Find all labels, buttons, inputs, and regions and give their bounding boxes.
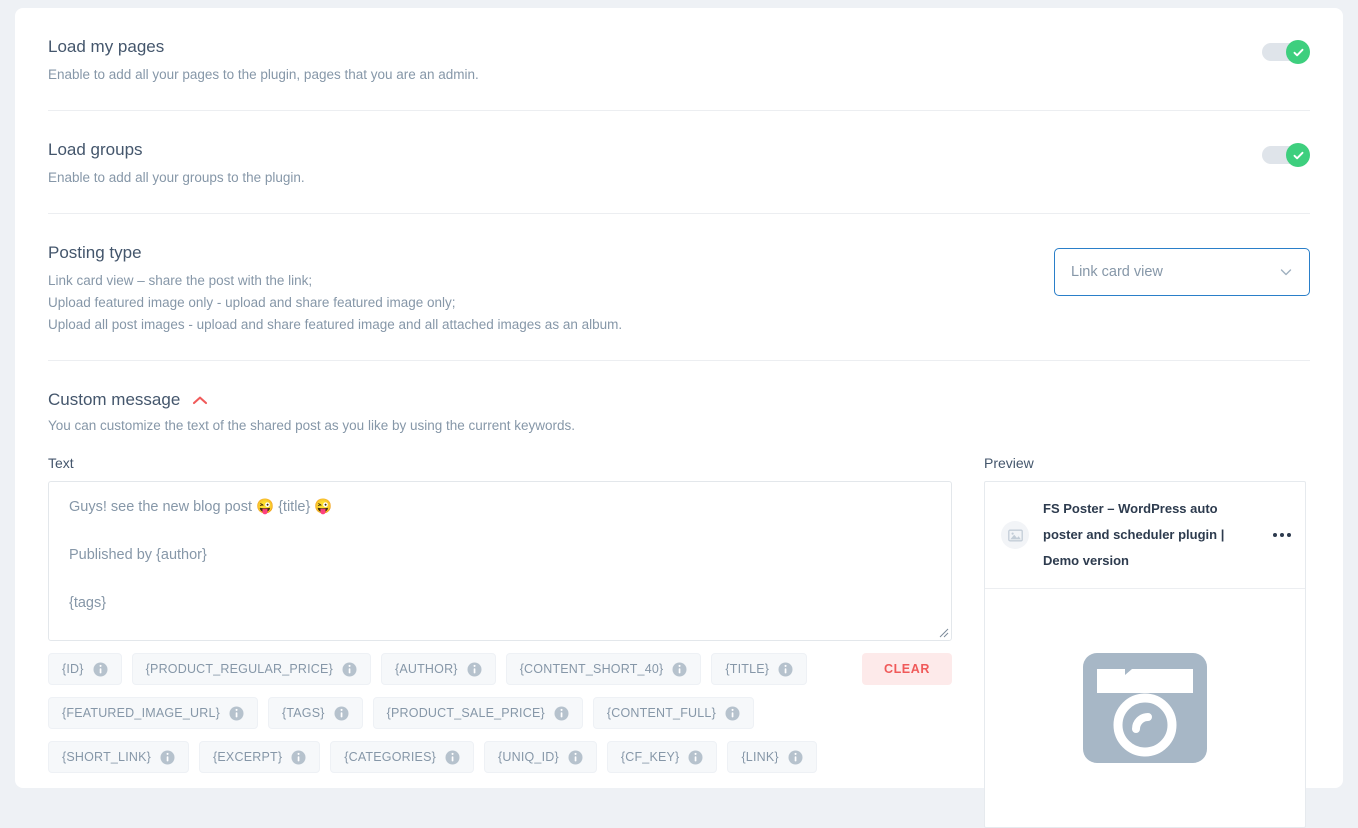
more-options-icon[interactable] xyxy=(1267,533,1291,537)
info-icon[interactable] xyxy=(93,662,108,677)
keyword-chip[interactable]: {TAGS} xyxy=(267,697,363,729)
setting-desc-load-groups: Enable to add all your groups to the plu… xyxy=(48,170,305,185)
keyword-chip-label: {AUTHOR} xyxy=(394,662,458,676)
clear-button[interactable]: CLEAR xyxy=(861,653,952,685)
setting-texts: Posting type Link card view – share the … xyxy=(48,242,622,336)
toggle-knob xyxy=(1286,40,1310,64)
keyword-chip-label: {PRODUCT_SALE_PRICE} xyxy=(386,706,545,720)
dot xyxy=(1273,533,1277,537)
posting-type-desc-line-3: Upload all post images - upload and shar… xyxy=(48,317,623,332)
custom-message-header[interactable]: Custom message xyxy=(48,389,1310,411)
keyword-chip-label: {LINK} xyxy=(741,750,779,764)
keyword-chip[interactable]: {CATEGORIES} xyxy=(330,741,474,773)
keyword-chip[interactable]: {PRODUCT_REGULAR_PRICE} xyxy=(131,653,371,685)
custom-message-textarea[interactable]: Guys! see the new blog post 😜 {title} 😜 … xyxy=(48,481,952,641)
keyword-chip-row-3: {SHORT_LINK} {EXCERPT} {CATEGORIES} {UNIQ_I… xyxy=(48,741,952,773)
keyword-chip[interactable]: {ID} xyxy=(48,653,122,685)
posting-type-select[interactable]: Link card view xyxy=(1054,248,1310,296)
settings-panel: Load my pages Enable to add all your pag… xyxy=(15,8,1343,828)
section-custom-message: Custom message You can customize the tex… xyxy=(48,361,1310,828)
keyword-chip-label: {SHORT_LINK} xyxy=(62,750,152,764)
setting-title-posting-type: Posting type xyxy=(48,243,142,262)
info-icon[interactable] xyxy=(688,750,703,765)
check-icon xyxy=(1293,151,1303,159)
posting-type-desc-line-2: Upload featured image only - upload and … xyxy=(48,295,456,310)
keyword-chip-row-1: {ID} {PRODUCT_REGULAR_PRICE} {AUTHOR} {CONT… xyxy=(48,653,952,685)
keyword-chip-label: {TITLE} xyxy=(725,662,770,676)
keyword-chip[interactable]: {UNIQ_ID} xyxy=(484,741,597,773)
toggle-load-my-pages[interactable] xyxy=(1262,40,1310,64)
camera-placeholder-icon xyxy=(1083,653,1207,763)
dot xyxy=(1287,533,1291,537)
keyword-chip-label: {ID} xyxy=(62,662,84,676)
info-icon[interactable] xyxy=(334,706,349,721)
text-field-label: Text xyxy=(48,455,74,471)
textarea-line-2: Published by {author} xyxy=(69,547,207,563)
preview-panel: Preview FS Poster – WordPress auto poste… xyxy=(984,455,1306,828)
keyword-chip[interactable]: {SHORT_LINK} xyxy=(48,741,190,773)
setting-desc-load-my-pages: Enable to add all your pages to the plug… xyxy=(48,67,479,82)
info-icon[interactable] xyxy=(778,662,793,677)
info-icon[interactable] xyxy=(568,750,583,765)
keyword-chip-label: {PRODUCT_REGULAR_PRICE} xyxy=(145,662,333,676)
keyword-chip[interactable]: {CF_KEY} xyxy=(606,741,718,773)
custom-message-desc: You can customize the text of the shared… xyxy=(48,418,576,433)
info-icon[interactable] xyxy=(291,750,306,765)
keyword-chip-label: {TAGS} xyxy=(281,706,325,720)
info-icon[interactable] xyxy=(342,662,357,677)
keyword-chip-label: {CONTENT_FULL} xyxy=(606,706,716,720)
info-icon[interactable] xyxy=(725,706,740,721)
keyword-chip-label: {CF_KEY} xyxy=(620,750,680,764)
chevron-down-icon xyxy=(1280,269,1292,276)
keyword-chip-row-2: {FEATURED_IMAGE_URL} {TAGS} {PRODUCT_SALE_… xyxy=(48,697,952,729)
preview-media-area xyxy=(985,589,1305,827)
keyword-chip-label: {EXCERPT} xyxy=(213,750,283,764)
preview-card-title: FS Poster – WordPress auto poster and sc… xyxy=(1043,501,1225,568)
setting-title-load-groups: Load groups xyxy=(48,140,143,159)
info-icon[interactable] xyxy=(467,662,482,677)
setting-row-posting-type: Posting type Link card view – share the … xyxy=(48,214,1310,361)
image-glyph xyxy=(1007,529,1023,541)
keyword-chip[interactable]: {AUTHOR} xyxy=(380,653,496,685)
setting-title-load-my-pages: Load my pages xyxy=(48,37,165,56)
keyword-chip[interactable]: {FEATURED_IMAGE_URL} xyxy=(48,697,258,729)
image-placeholder-icon xyxy=(1001,521,1029,549)
custom-message-editor: Text Guys! see the new blog post 😜 {titl… xyxy=(48,455,952,828)
preview-label: Preview xyxy=(984,455,1034,471)
preview-card-header: FS Poster – WordPress auto poster and sc… xyxy=(985,482,1305,589)
keyword-chip[interactable]: {EXCERPT} xyxy=(199,741,321,773)
info-icon[interactable] xyxy=(445,750,460,765)
keyword-chip[interactable]: {TITLE} xyxy=(711,653,808,685)
info-icon[interactable] xyxy=(229,706,244,721)
textarea-line-1: Guys! see the new blog post 😜 {title} 😜 xyxy=(69,499,333,515)
preview-card: FS Poster – WordPress auto poster and sc… xyxy=(984,481,1306,828)
dot xyxy=(1280,533,1284,537)
keyword-chip[interactable]: {LINK} xyxy=(727,741,817,773)
chevron-up-icon[interactable] xyxy=(192,395,208,406)
textarea-line-3: {tags} xyxy=(69,595,107,611)
keyword-chip-label: {CONTENT_SHORT_40} xyxy=(519,662,664,676)
keyword-chip-label: {UNIQ_ID} xyxy=(498,750,559,764)
posting-type-desc-line-1: Link card view – share the post with the… xyxy=(48,273,313,288)
setting-row-load-groups: Load groups Enable to add all your group… xyxy=(48,111,1310,214)
custom-message-body: Text Guys! see the new blog post 😜 {titl… xyxy=(48,437,1310,828)
info-icon[interactable] xyxy=(554,706,569,721)
keyword-chip-label: {CATEGORIES} xyxy=(344,750,436,764)
setting-row-load-my-pages: Load my pages Enable to add all your pag… xyxy=(48,8,1310,111)
setting-texts: Load my pages Enable to add all your pag… xyxy=(48,36,479,86)
custom-message-title: Custom message xyxy=(48,390,181,409)
setting-texts: Load groups Enable to add all your group… xyxy=(48,139,305,189)
keyword-chip[interactable]: {CONTENT_FULL} xyxy=(592,697,754,729)
resize-handle[interactable] xyxy=(935,624,949,638)
posting-type-selected-value: Link card view xyxy=(1071,264,1163,280)
toggle-knob xyxy=(1286,143,1310,167)
info-icon[interactable] xyxy=(788,750,803,765)
keyword-chip[interactable]: {PRODUCT_SALE_PRICE} xyxy=(372,697,583,729)
info-icon[interactable] xyxy=(160,750,175,765)
keyword-chip[interactable]: {CONTENT_SHORT_40} xyxy=(505,653,702,685)
check-icon xyxy=(1293,48,1303,56)
keyword-chip-label: {FEATURED_IMAGE_URL} xyxy=(62,706,220,720)
info-icon[interactable] xyxy=(672,662,687,677)
toggle-load-groups[interactable] xyxy=(1262,143,1310,167)
